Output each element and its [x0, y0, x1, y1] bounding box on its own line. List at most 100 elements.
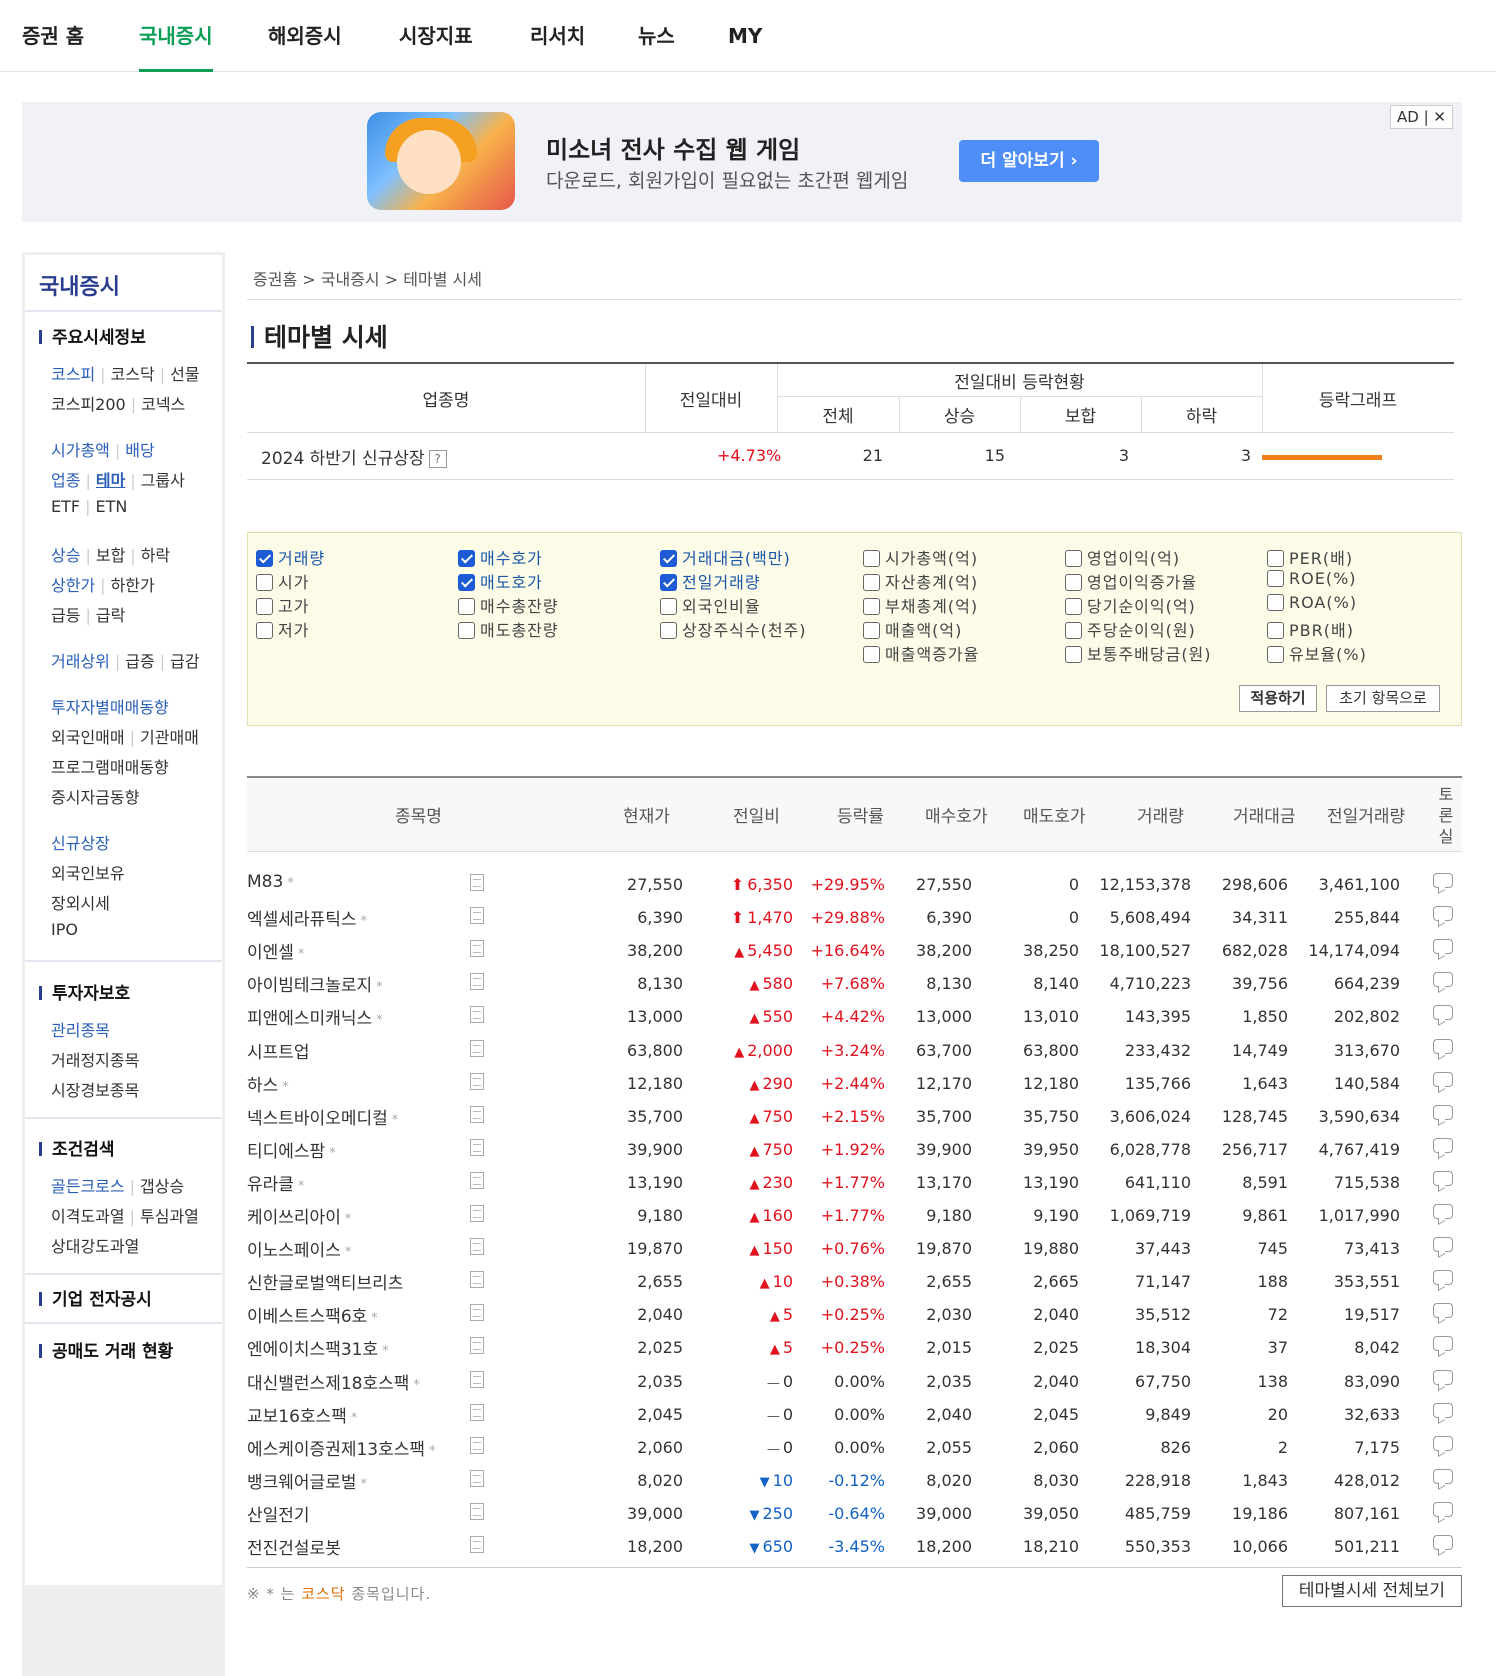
discussion-icon[interactable]: [1433, 1336, 1453, 1352]
discussion-icon[interactable]: [1433, 1038, 1453, 1054]
checkbox-icon[interactable]: [1065, 550, 1082, 567]
tab-overseas-market[interactable]: 해외증시: [268, 0, 342, 72]
discussion-icon[interactable]: [1433, 1237, 1453, 1253]
checkbox-icon[interactable]: [863, 598, 880, 615]
sidebar-link-disparity[interactable]: 이격도과열: [51, 1207, 125, 1226]
filter-option[interactable]: ROE(%): [1267, 569, 1357, 588]
filter-option[interactable]: 외국인비율: [660, 593, 761, 617]
document-icon[interactable]: [470, 1205, 484, 1222]
checkbox-checked-icon[interactable]: [458, 574, 475, 591]
theme-name[interactable]: 2024 하반기 신규상장?: [261, 444, 447, 469]
stock-name-link[interactable]: 넥스트바이오메디컬 *: [247, 1104, 398, 1129]
filter-option[interactable]: 영업이익증가율: [1065, 569, 1197, 593]
stock-name[interactable]: 에스케이증권제13호스팩: [247, 1440, 425, 1460]
filter-option[interactable]: 주당순이익(원): [1065, 617, 1196, 641]
filter-option[interactable]: 저가: [256, 617, 309, 641]
checkbox-icon[interactable]: [1065, 574, 1082, 591]
tab-market-indicators[interactable]: 시장지표: [399, 0, 473, 72]
checkbox-checked-icon[interactable]: [458, 550, 475, 567]
filter-option[interactable]: 매수총잔량: [458, 593, 559, 617]
filter-option[interactable]: 매출액(억): [863, 617, 962, 641]
sidebar-link-futures[interactable]: 선물: [170, 365, 199, 384]
discussion-icon[interactable]: [1433, 1468, 1453, 1484]
stock-name[interactable]: 시프트업: [247, 1043, 310, 1063]
checkbox-icon[interactable]: [1065, 598, 1082, 615]
sidebar-link-flat[interactable]: 보합: [96, 546, 125, 565]
sidebar-link-sector[interactable]: 업종: [51, 471, 80, 490]
sidebar-link-etf[interactable]: ETF: [51, 497, 80, 516]
sidebar-link-plunge[interactable]: 급락: [96, 606, 125, 625]
document-icon[interactable]: [470, 1138, 484, 1156]
sidebar-link-ipo[interactable]: IPO: [51, 920, 78, 939]
sidebar-section-investor[interactable]: 투자자보호: [39, 979, 130, 1004]
filter-option[interactable]: PER(배): [1267, 545, 1353, 569]
discussion-icon[interactable]: [1433, 1005, 1453, 1021]
stock-name[interactable]: 교보16호스팩: [247, 1407, 347, 1427]
filter-option[interactable]: 당기순이익(억): [1065, 593, 1196, 617]
stock-name[interactable]: 신한글로벌액티브리츠: [247, 1274, 403, 1294]
stock-name[interactable]: 엔에이치스팩31호: [247, 1340, 378, 1360]
tab-research[interactable]: 리서치: [530, 0, 585, 72]
checkbox-icon[interactable]: [1267, 570, 1284, 587]
document-icon[interactable]: [470, 940, 484, 958]
sidebar-link-rise[interactable]: 상승: [51, 546, 80, 565]
document-icon[interactable]: [470, 1271, 484, 1289]
checkbox-checked-icon[interactable]: [660, 574, 677, 591]
checkbox-icon[interactable]: [1267, 646, 1284, 663]
checkbox-icon[interactable]: [1267, 622, 1284, 639]
document-icon[interactable]: [470, 973, 484, 991]
discussion-icon[interactable]: [1433, 972, 1453, 988]
filter-option[interactable]: 고가: [256, 593, 309, 617]
discussion-icon[interactable]: [1433, 1137, 1453, 1153]
tab-domestic-market[interactable]: 국내증시: [139, 0, 213, 72]
stock-name-link[interactable]: 이노스페이스 *: [247, 1236, 351, 1261]
stock-name[interactable]: 전진건설로봇: [247, 1539, 341, 1559]
stock-name-link[interactable]: 시프트업: [247, 1038, 310, 1063]
discussion-icon[interactable]: [1433, 1270, 1453, 1286]
sidebar-link-kospi[interactable]: 코스피: [51, 365, 95, 384]
sidebar-link-suspended[interactable]: 거래정지종목: [51, 1051, 139, 1070]
filter-option[interactable]: 상장주식수(천주): [660, 617, 807, 641]
sidebar-link-otc[interactable]: 장외시세: [51, 894, 110, 913]
stock-name-link[interactable]: 대신밸런스제18호스팩 *: [247, 1369, 420, 1394]
filter-option[interactable]: 자산총계(억): [863, 569, 978, 593]
checkbox-icon[interactable]: [863, 574, 880, 591]
stock-name-link[interactable]: 피앤에스미캐닉스 *: [247, 1004, 383, 1029]
sidebar-link-golden[interactable]: 골든크로스: [51, 1177, 125, 1196]
stock-name[interactable]: 이베스트스팩6호: [247, 1307, 367, 1327]
document-icon[interactable]: [470, 1370, 484, 1388]
discussion-icon[interactable]: [1433, 906, 1453, 922]
sidebar-link-warning[interactable]: 시장경보종목: [51, 1081, 139, 1100]
document-icon[interactable]: [470, 1403, 484, 1421]
filter-option[interactable]: 매도총잔량: [458, 617, 559, 641]
filter-option[interactable]: 유보율(%): [1267, 641, 1367, 665]
stock-name-link[interactable]: 아이빔테크놀로지 *: [247, 971, 383, 996]
stock-name-link[interactable]: 전진건설로봇: [247, 1534, 341, 1559]
filter-option[interactable]: ROA(%): [1267, 593, 1357, 612]
stock-name-link[interactable]: 엑셀세라퓨틱스 *: [247, 905, 367, 930]
breadcrumb-home[interactable]: 증권홈: [253, 270, 297, 289]
discussion-icon[interactable]: [1433, 1071, 1453, 1087]
stock-name[interactable]: 유라클: [247, 1175, 294, 1195]
stock-name-link[interactable]: 뱅크웨어글로벌 *: [247, 1468, 367, 1493]
filter-option[interactable]: 거래대금(백만): [660, 545, 791, 569]
discussion-icon[interactable]: [1433, 1104, 1453, 1120]
filter-option[interactable]: 매수호가: [458, 545, 543, 569]
checkbox-icon[interactable]: [1065, 646, 1082, 663]
sidebar-section-short[interactable]: 공매도 거래 현황: [39, 1337, 173, 1362]
filter-option[interactable]: 거래량: [256, 545, 325, 569]
document-icon[interactable]: [470, 1536, 484, 1553]
document-icon[interactable]: [470, 874, 484, 891]
sidebar-section-condition[interactable]: 조건검색: [39, 1135, 115, 1160]
discussion-icon[interactable]: [1433, 1369, 1453, 1385]
checkbox-icon[interactable]: [863, 550, 880, 567]
stock-name-link[interactable]: 이엔셀 *: [247, 938, 304, 963]
filter-option[interactable]: 전일거래량: [660, 569, 761, 593]
stock-name[interactable]: 대신밸런스제18호스팩: [247, 1374, 409, 1394]
sidebar-link-fall[interactable]: 하락: [141, 546, 170, 565]
ad-close-badge[interactable]: AD | ✕: [1390, 105, 1453, 129]
discussion-icon[interactable]: [1433, 1303, 1453, 1319]
sidebar-link-kosdaq[interactable]: 코스닥: [111, 365, 155, 384]
theme-name-label[interactable]: 2024 하반기 신규상장: [261, 449, 425, 469]
checkbox-icon[interactable]: [1267, 550, 1284, 567]
